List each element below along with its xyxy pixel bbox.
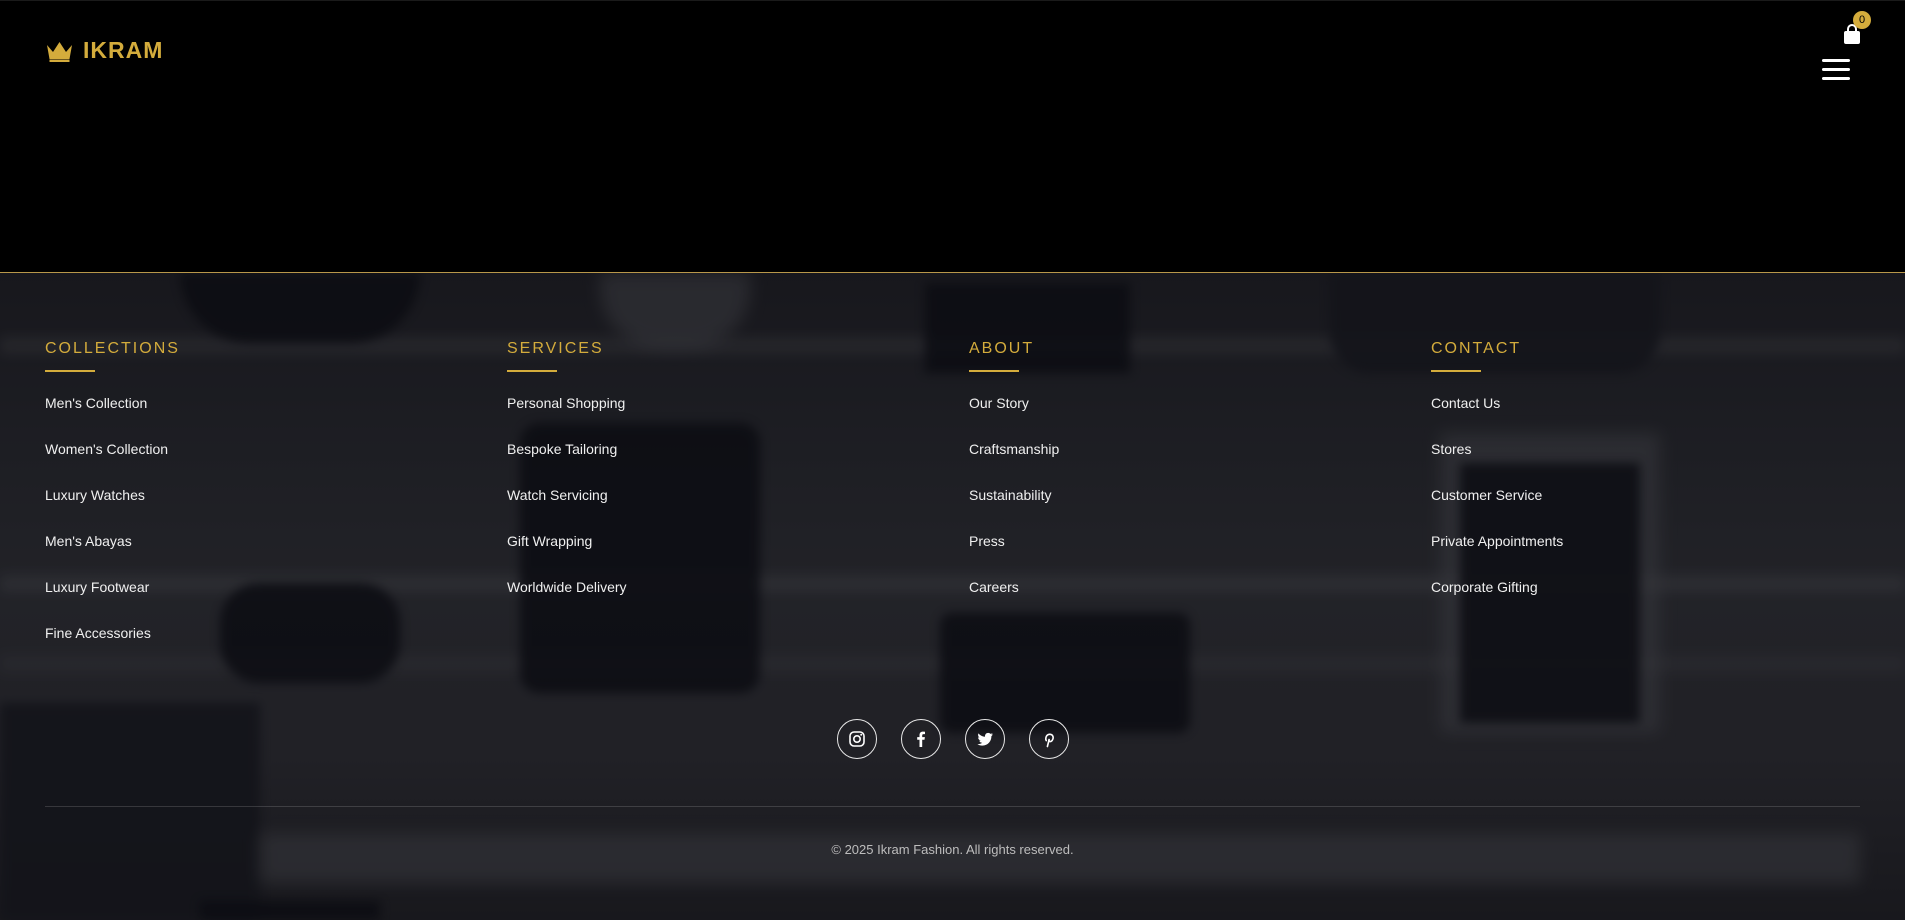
link-list: Our Story Craftsmanship Sustainability P… [969, 395, 1389, 625]
list-item: Corporate Gifting [1431, 579, 1851, 625]
footer-divider [45, 806, 1860, 807]
list-item: Our Story [969, 395, 1389, 441]
site-footer: COLLECTIONS Men's Collection Women's Col… [0, 273, 1905, 920]
menu-bar [1822, 77, 1850, 80]
list-item: Women's Collection [45, 441, 465, 487]
footer-link-mens-abayas[interactable]: Men's Abayas [45, 533, 132, 549]
footer-column-collections: COLLECTIONS Men's Collection Women's Col… [45, 340, 465, 671]
list-item: Sustainability [969, 487, 1389, 533]
list-item: Contact Us [1431, 395, 1851, 441]
footer-link-corporate-gifting[interactable]: Corporate Gifting [1431, 579, 1538, 595]
link-list: Men's Collection Women's Collection Luxu… [45, 395, 465, 671]
twitter-icon [977, 732, 993, 746]
footer-link-sustainability[interactable]: Sustainability [969, 487, 1052, 503]
copyright-text: © 2025 Ikram Fashion. All rights reserve… [831, 842, 1074, 857]
list-item: Customer Service [1431, 487, 1851, 533]
footer-link-press[interactable]: Press [969, 533, 1005, 549]
list-item: Worldwide Delivery [507, 579, 927, 625]
list-item: Watch Servicing [507, 487, 927, 533]
list-item: Bespoke Tailoring [507, 441, 927, 487]
footer-link-stores[interactable]: Stores [1431, 441, 1471, 457]
list-item: Press [969, 533, 1389, 579]
cart-button[interactable]: 0 [1841, 11, 1871, 45]
list-item: Craftsmanship [969, 441, 1389, 487]
footer-link-mens-collection[interactable]: Men's Collection [45, 395, 147, 411]
list-item: Men's Collection [45, 395, 465, 441]
column-title-underline [969, 370, 1019, 372]
instagram-link[interactable] [837, 719, 877, 759]
logo-text: IKRAM [83, 37, 164, 63]
list-item: Luxury Footwear [45, 579, 465, 625]
footer-column-services: SERVICES Personal Shopping Bespoke Tailo… [507, 340, 927, 625]
list-item: Private Appointments [1431, 533, 1851, 579]
list-item: Luxury Watches [45, 487, 465, 533]
facebook-icon [917, 731, 925, 747]
footer-column-about: ABOUT Our Story Craftsmanship Sustainabi… [969, 340, 1389, 625]
footer-link-fine-accessories[interactable]: Fine Accessories [45, 625, 151, 641]
hamburger-menu-icon[interactable] [1822, 59, 1850, 81]
cart-count-badge: 0 [1853, 11, 1871, 29]
column-title: CONTACT [1431, 340, 1522, 357]
twitter-link[interactable] [965, 719, 1005, 759]
list-item: Stores [1431, 441, 1851, 487]
link-list: Personal Shopping Bespoke Tailoring Watc… [507, 395, 927, 625]
column-title-underline [1431, 370, 1481, 372]
footer-link-personal-shopping[interactable]: Personal Shopping [507, 395, 625, 411]
footer-link-gift-wrapping[interactable]: Gift Wrapping [507, 533, 592, 549]
list-item: Careers [969, 579, 1389, 625]
footer-link-private-appointments[interactable]: Private Appointments [1431, 533, 1563, 549]
footer-link-customer-service[interactable]: Customer Service [1431, 487, 1542, 503]
instagram-icon [849, 731, 865, 747]
pinterest-link[interactable] [1029, 719, 1069, 759]
column-title-underline [507, 370, 557, 372]
menu-bar [1822, 68, 1850, 71]
list-item: Men's Abayas [45, 533, 465, 579]
column-title-underline [45, 370, 95, 372]
list-item: Personal Shopping [507, 395, 927, 441]
footer-link-contact-us[interactable]: Contact Us [1431, 395, 1500, 411]
footer-link-luxury-footwear[interactable]: Luxury Footwear [45, 579, 149, 595]
footer-link-womens-collection[interactable]: Women's Collection [45, 441, 168, 457]
footer-link-watch-servicing[interactable]: Watch Servicing [507, 487, 608, 503]
footer-column-contact: CONTACT Contact Us Stores Customer Servi… [1431, 340, 1851, 625]
footer-link-craftsmanship[interactable]: Craftsmanship [969, 441, 1059, 457]
footer-link-our-story[interactable]: Our Story [969, 395, 1029, 411]
crown-icon [47, 41, 72, 62]
list-item: Fine Accessories [45, 625, 465, 671]
footer-link-careers[interactable]: Careers [969, 579, 1019, 595]
pinterest-icon [1045, 733, 1054, 748]
column-title: COLLECTIONS [45, 340, 180, 357]
footer-link-worldwide-delivery[interactable]: Worldwide Delivery [507, 579, 627, 595]
footer-link-bespoke-tailoring[interactable]: Bespoke Tailoring [507, 441, 617, 457]
footer-link-luxury-watches[interactable]: Luxury Watches [45, 487, 145, 503]
site-header: IKRAM 0 [0, 0, 1905, 273]
column-title: SERVICES [507, 340, 604, 357]
logo-link[interactable]: IKRAM [45, 37, 163, 64]
list-item: Gift Wrapping [507, 533, 927, 579]
menu-bar [1822, 59, 1850, 62]
page: IKRAM 0 COLLECTIONS Men's Collection Wom… [0, 0, 1905, 920]
link-list: Contact Us Stores Customer Service Priva… [1431, 395, 1851, 625]
facebook-link[interactable] [901, 719, 941, 759]
social-links [837, 719, 1069, 759]
column-title: ABOUT [969, 340, 1035, 357]
